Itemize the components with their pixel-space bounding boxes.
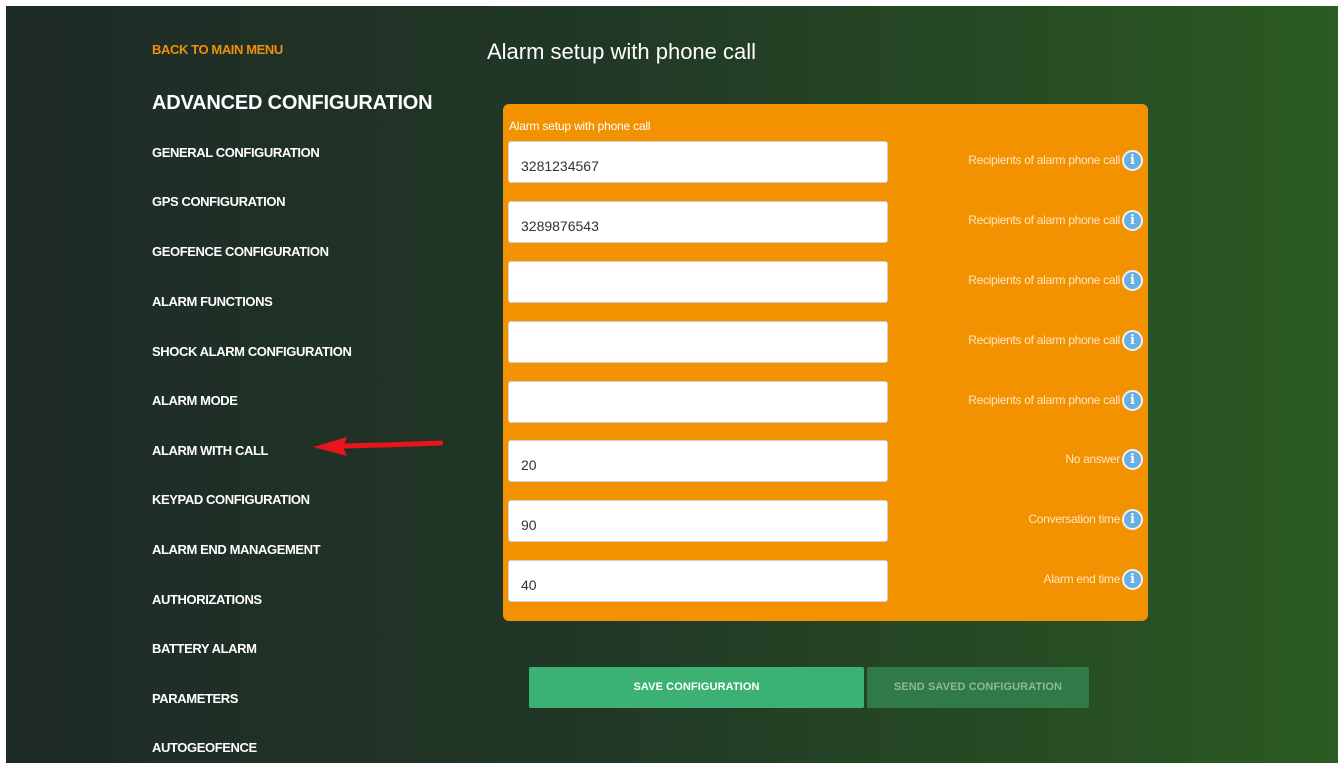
annotation-arrow-icon <box>313 437 443 456</box>
alarm-recipient-4-field[interactable] <box>508 321 888 363</box>
field-hint: Recipients of alarm phone call <box>968 333 1120 347</box>
no-answer-field[interactable] <box>508 440 888 482</box>
alarm-recipient-5-field[interactable] <box>508 381 888 423</box>
sidebar-item-gps-configuration[interactable]: GPS CONFIGURATION <box>152 194 285 209</box>
panel-label: Alarm setup with phone call <box>509 119 651 133</box>
sidebar-item-geofence-configuration[interactable]: GEOFENCE CONFIGURATION <box>152 244 329 259</box>
info-icon[interactable]: i <box>1122 150 1143 171</box>
sidebar-item-shock-alarm-configuration[interactable]: SHOCK ALARM CONFIGURATION <box>152 344 352 359</box>
sidebar-item-authorizations[interactable]: AUTHORIZATIONS <box>152 592 262 607</box>
field-hint: Recipients of alarm phone call <box>968 273 1120 287</box>
info-icon[interactable]: i <box>1122 330 1143 351</box>
sidebar-item-keypad-configuration[interactable]: KEYPAD CONFIGURATION <box>152 492 310 507</box>
info-icon[interactable]: i <box>1122 390 1143 411</box>
alarm-recipient-2-field[interactable] <box>508 201 888 243</box>
form-row: Recipients of alarm phone call i <box>503 261 1148 303</box>
section-title: ADVANCED CONFIGURATION <box>152 92 433 114</box>
field-hint: Conversation time <box>1028 512 1120 526</box>
alarm-call-form-panel: Alarm setup with phone call Recipients o… <box>503 104 1148 621</box>
alarm-recipient-3-field[interactable] <box>508 261 888 303</box>
form-row: Alarm end time i <box>503 560 1148 602</box>
info-icon[interactable]: i <box>1122 569 1143 590</box>
form-row: Conversation time i <box>503 500 1148 542</box>
form-row: Recipients of alarm phone call i <box>503 141 1148 183</box>
field-hint: Recipients of alarm phone call <box>968 213 1120 227</box>
field-hint: No answer <box>1065 452 1120 466</box>
field-hint: Recipients of alarm phone call <box>968 393 1120 407</box>
alarm-recipient-1-field[interactable] <box>508 141 888 183</box>
conversation-time-field[interactable] <box>508 500 888 542</box>
info-icon[interactable]: i <box>1122 210 1143 231</box>
field-hint: Recipients of alarm phone call <box>968 153 1120 167</box>
form-row: No answer i <box>503 440 1148 482</box>
save-configuration-button[interactable]: SAVE CONFIGURATION <box>529 667 864 708</box>
sidebar-item-general-configuration[interactable]: GENERAL CONFIGURATION <box>152 145 320 160</box>
field-hint: Alarm end time <box>1043 572 1121 586</box>
page-title: Alarm setup with phone call <box>487 39 757 64</box>
sidebar-item-battery-alarm[interactable]: BATTERY ALARM <box>152 641 257 656</box>
sidebar-item-alarm-with-call[interactable]: ALARM WITH CALL <box>152 443 268 458</box>
sidebar-item-parameters[interactable]: PARAMETERS <box>152 691 238 706</box>
info-icon[interactable]: i <box>1122 449 1143 470</box>
form-row: Recipients of alarm phone call i <box>503 321 1148 363</box>
back-to-main-menu-link[interactable]: BACK TO MAIN MENU <box>152 42 283 57</box>
sidebar-item-alarm-end-management[interactable]: ALARM END MANAGEMENT <box>152 542 321 557</box>
sidebar-item-autogeofence[interactable]: AUTOGEOFENCE <box>152 740 257 755</box>
info-icon[interactable]: i <box>1122 509 1143 530</box>
app-frame: BACK TO MAIN MENU ADVANCED CONFIGURATION… <box>6 6 1338 763</box>
form-row: Recipients of alarm phone call i <box>503 201 1148 243</box>
form-row: Recipients of alarm phone call i <box>503 381 1148 423</box>
send-saved-configuration-button[interactable]: SEND SAVED CONFIGURATION <box>867 667 1089 708</box>
info-icon[interactable]: i <box>1122 270 1143 291</box>
sidebar-item-alarm-functions[interactable]: ALARM FUNCTIONS <box>152 294 273 309</box>
sidebar-item-alarm-mode[interactable]: ALARM MODE <box>152 393 238 408</box>
alarm-end-time-field[interactable] <box>508 560 888 602</box>
